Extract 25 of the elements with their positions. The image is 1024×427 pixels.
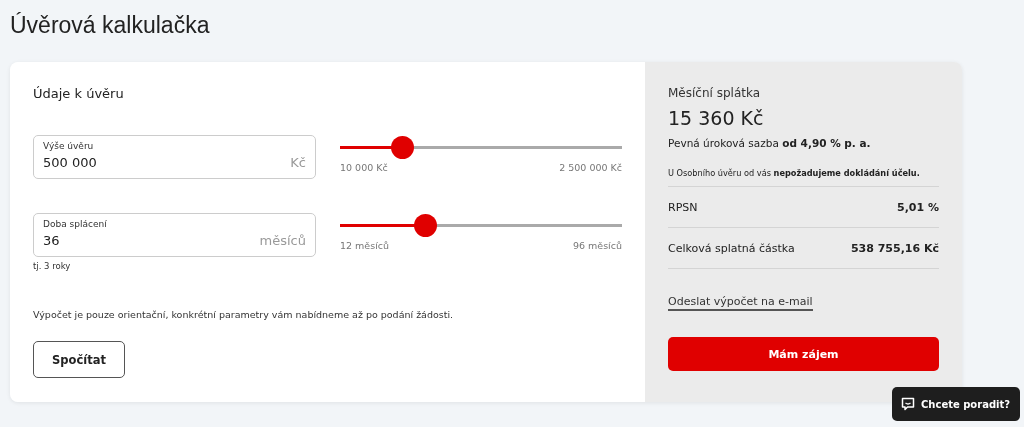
row-value: 538 755,16 Kč [850,241,939,255]
slider[interactable] [340,136,622,159]
row-label: Celková splatná částka [668,241,795,255]
slider-min-label: 10 000 Kč [340,162,388,173]
disclaimer-text: Výpočet je pouze orientační, konkrétní parametry vám nabídneme až po podání žádosti. [33,309,455,320]
info-text: U Osobního úvěru od vás nepožadujeme dokládání účelu. [668,168,939,187]
row-value: 5,01 % [897,200,939,214]
slider-min-label: 12 měsíců [340,240,390,251]
input-field[interactable]: Doba splácení 36 měsíců [33,213,316,257]
slider-max-label: 2 500 000 Kč [559,162,622,173]
row-label: RPSN [668,200,698,214]
interest-rate-text: Pevná úroková sazba od 4,90 % p. a. [668,137,872,149]
apply-button[interactable]: Mám zájem [668,337,939,371]
email-link[interactable]: Odeslat výpočet na e-mail [668,295,813,311]
section-heading: Údaje k úvěru [33,86,125,101]
input-field[interactable]: Výše úvěru 500 000 Kč [33,135,316,179]
monthly-payment: 15 360 Kč [668,107,765,129]
hint-text: tj. 3 roky [33,261,72,271]
calculate-button[interactable]: Spočítat [33,341,125,378]
chat-button[interactable]: Chcete poradit? [892,387,1020,421]
slider[interactable] [340,214,622,237]
page-title: Úvěrová kalkulačka [10,12,211,39]
chat-icon [900,396,916,412]
result-label: Měsíční splátka [668,86,762,100]
slider-max-label: 96 měsíců [572,240,622,251]
